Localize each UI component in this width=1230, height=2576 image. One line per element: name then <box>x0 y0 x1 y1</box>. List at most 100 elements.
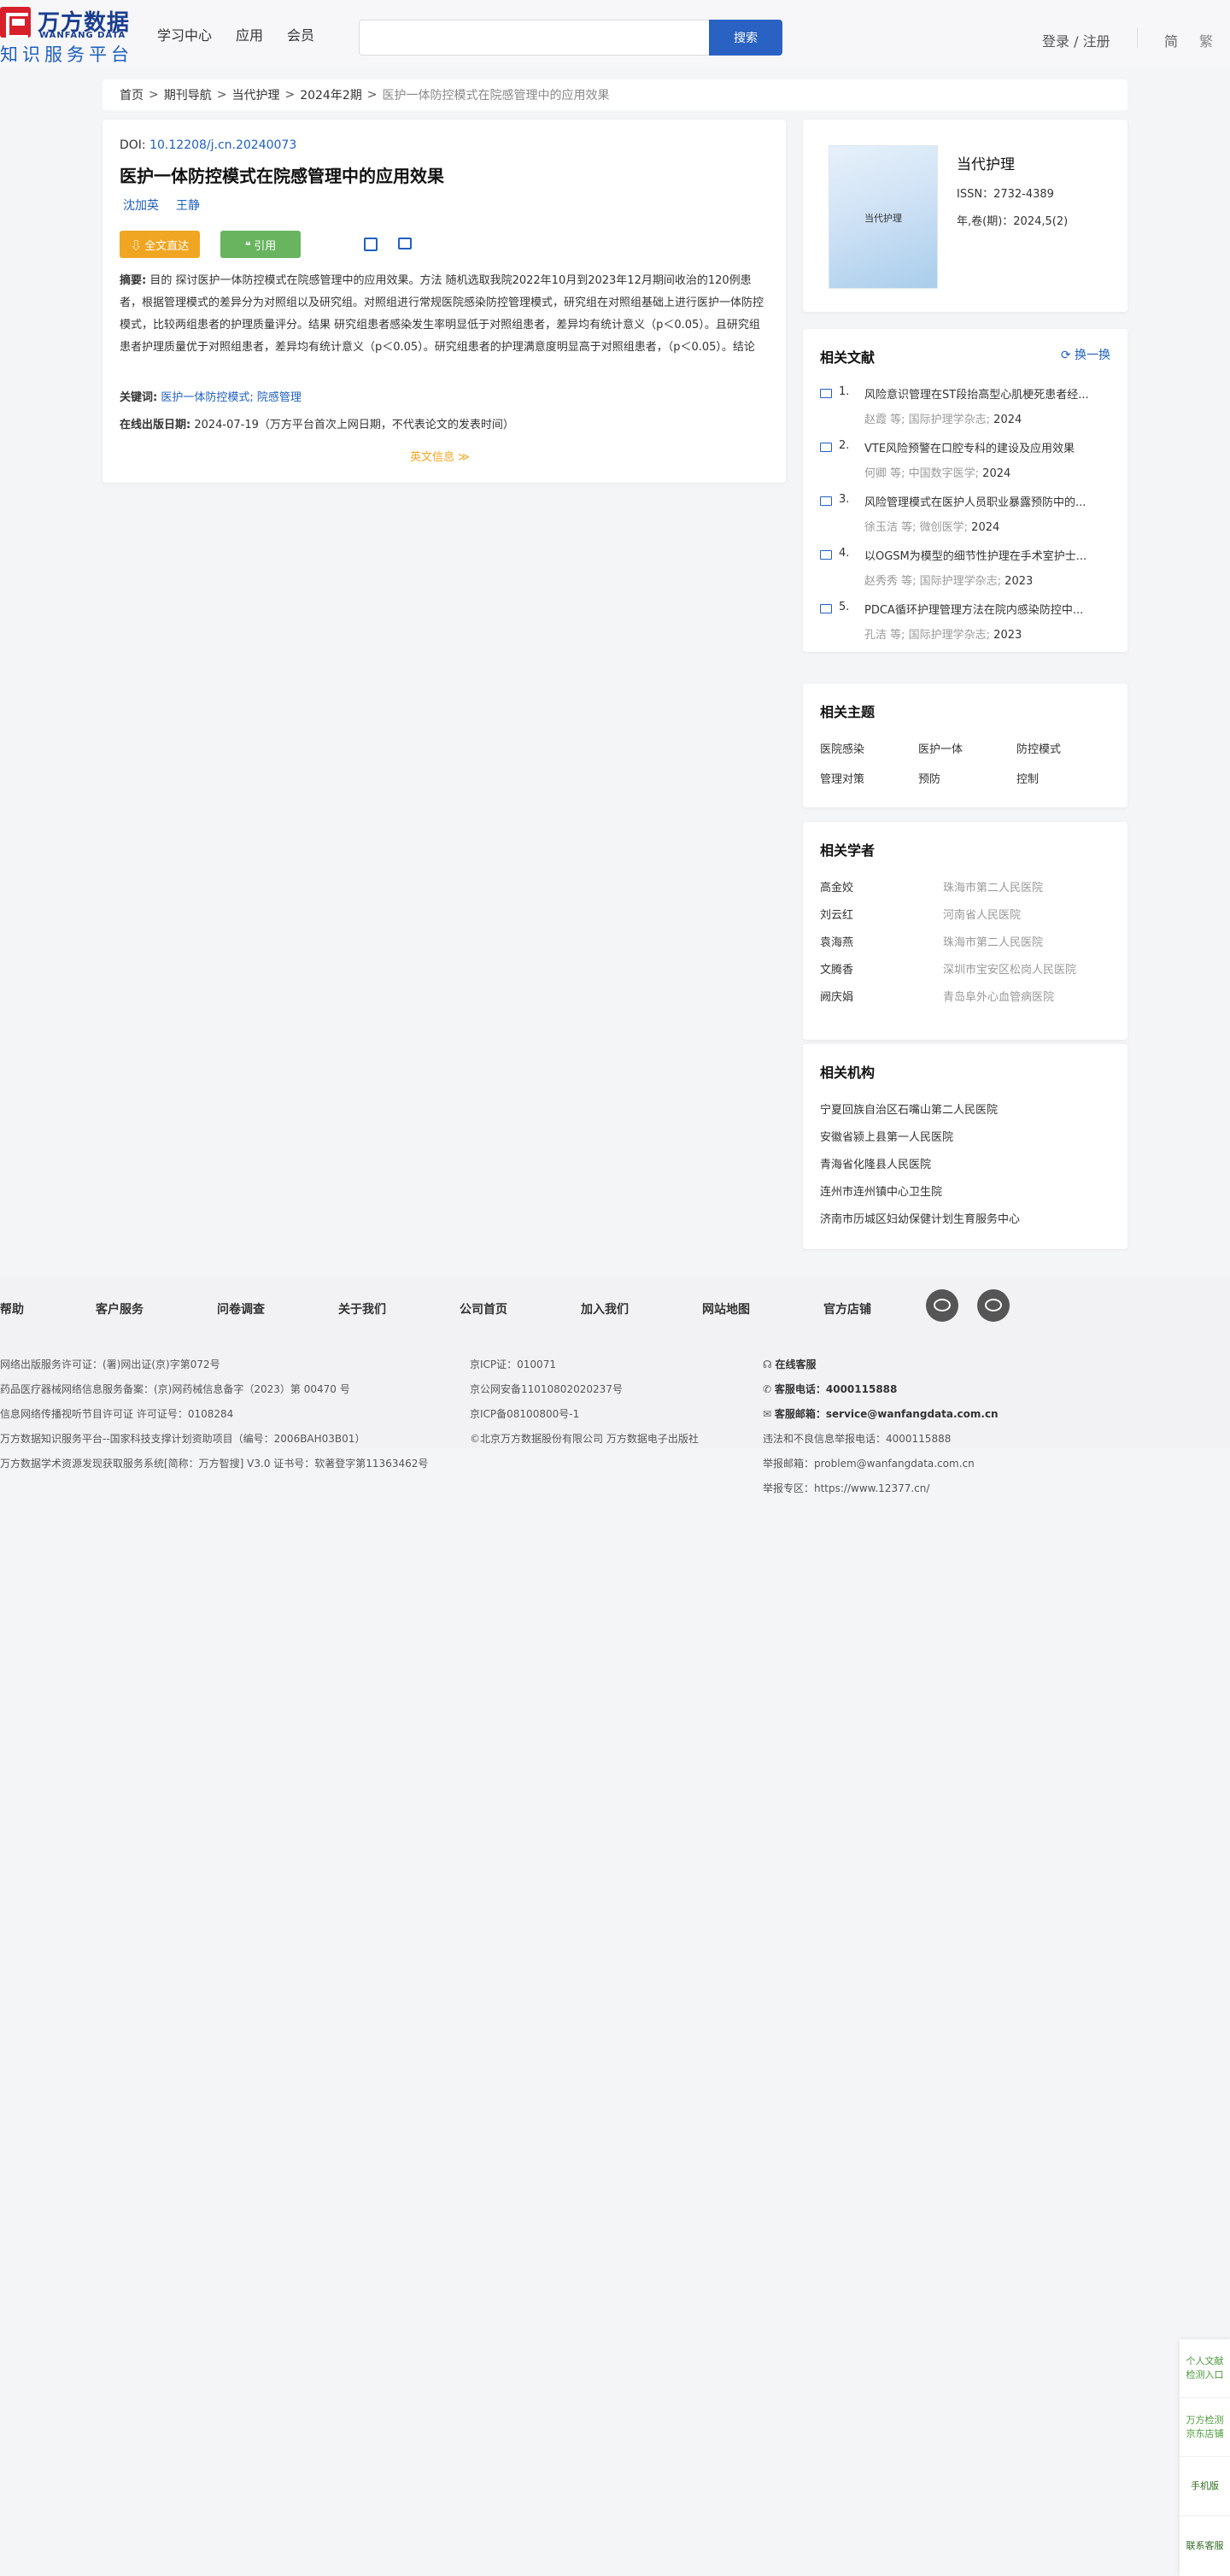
scholar-name[interactable]: 文腾香 <box>820 960 943 988</box>
nav-apps[interactable]: 应用 <box>236 24 263 44</box>
journal-cover[interactable]: 当代护理 <box>829 145 938 289</box>
share-icon[interactable] <box>364 238 378 251</box>
org-list: 宁夏回族自治区石嘴山第二人民医院 安徽省颍上县第一人民医院 青海省化隆县人民医院… <box>820 1100 1020 1237</box>
list-item: 袁海燕 珠海市第二人民医院 <box>820 933 1110 960</box>
logo-mark-icon <box>0 7 31 38</box>
item-year: 2024 <box>993 414 1022 426</box>
abstract-text: 目的 探讨医护一体防控模式在院感管理中的应用效果。方法 随机选取我院2022年1… <box>120 274 764 354</box>
login-register-link[interactable]: 登录 / 注册 <box>1042 30 1110 50</box>
keyword-links[interactable]: 医护一体防控模式; 院感管理 <box>161 391 302 404</box>
footer-link[interactable]: 关于我们 <box>338 1300 460 1317</box>
article-card: DOI: 10.12208/j.cn.20240073 医护一体防控模式在院感管… <box>102 120 786 483</box>
nav-member[interactable]: 会员 <box>287 24 314 44</box>
abstract: 摘要: 目的 探讨医护一体防控模式在院感管理中的应用效果。方法 随机选取我院20… <box>120 270 769 359</box>
item-title[interactable]: VTE风险预警在口腔专科的建设及应用效果 <box>864 439 1112 455</box>
list-item[interactable]: 1. 风险意识管理在ST段抬高型心肌梗死患者经... 赵霞 等; 国际护理学杂志… <box>820 385 1110 439</box>
site-header: 万方数据 WANFANG DATA 知识服务平台 学习中心 应用 会员 搜索 登… <box>0 0 1230 68</box>
topic-tag[interactable]: 防控模式 <box>1016 740 1110 756</box>
float-mobile[interactable]: 手机版 <box>1180 2457 1230 2516</box>
list-item: 文腾香 深圳市宝安区松岗人民医院 <box>820 960 1110 988</box>
item-title[interactable]: PDCA循环护理管理方法在院内感染防控中... <box>864 601 1112 617</box>
topics-title: 相关主题 <box>820 704 876 720</box>
icp-line[interactable]: 京ICP备08100800号-1 <box>470 1402 699 1427</box>
float-plagiarism-check[interactable]: 个人文献检测入口 <box>1180 2339 1230 2398</box>
phone-icon: ✆ <box>763 1383 775 1395</box>
keywords-label: 关键词: <box>120 391 158 404</box>
breadcrumb-journals[interactable]: 期刊导航 <box>164 86 212 103</box>
search-input[interactable] <box>359 20 709 56</box>
wechat-icon[interactable] <box>977 1289 1010 1322</box>
footer-link[interactable]: 官方店铺 <box>823 1300 926 1317</box>
icp-line[interactable]: 京公网安备11010802020237号 <box>470 1377 699 1402</box>
footer-link[interactable]: 帮助 <box>0 1300 96 1317</box>
breadcrumb-journal[interactable]: 当代护理 <box>231 86 279 103</box>
list-item[interactable]: 青海省化隆县人民医院 <box>820 1155 1020 1182</box>
item-title[interactable]: 风险意识管理在ST段抬高型心肌梗死患者经... <box>864 385 1112 402</box>
cite-button[interactable]: ❝ 引用 <box>220 231 301 258</box>
item-title[interactable]: 风险管理模式在医护人员职业暴露预防中的... <box>864 493 1112 509</box>
lang-simplified[interactable]: 简 <box>1164 30 1178 50</box>
breadcrumb-home[interactable]: 首页 <box>120 86 144 103</box>
weibo-glyph-icon <box>934 1299 951 1311</box>
refresh-button[interactable]: ⟳ 换一换 <box>1061 346 1110 363</box>
footer-contact: ☊ 在线客服 ✆ 客服电话：4000115888 ✉ 客服邮箱：service@… <box>763 1353 999 1501</box>
float-jd-store[interactable]: 万方检测京东店铺 <box>1180 2398 1230 2457</box>
item-title[interactable]: 以OGSM为模型的细节性护理在手术室护士... <box>864 547 1112 563</box>
search-button[interactable]: 搜索 <box>709 20 782 56</box>
author-link[interactable]: 沈加英 <box>123 197 159 214</box>
logo-en-text: WANFANG DATA <box>39 31 126 40</box>
topic-tag[interactable]: 控制 <box>1016 770 1110 786</box>
breadcrumb-issue[interactable]: 2024年2期 <box>300 86 362 103</box>
scholar-name[interactable]: 阙庆娟 <box>820 988 943 1015</box>
author-list: 沈加英 王静 <box>123 197 200 214</box>
list-item: 刘云红 河南省人民医院 <box>820 906 1110 933</box>
journal-card: 当代护理 当代护理 ISSN：2732-4389 年,卷(期)：2024,5(2… <box>803 120 1128 312</box>
book-icon <box>820 389 832 398</box>
float-contact-service[interactable]: 联系客服 <box>1180 2516 1230 2575</box>
list-item[interactable]: 连州市连州镇中心卫生院 <box>820 1182 1020 1210</box>
lang-traditional[interactable]: 繁 <box>1199 30 1213 50</box>
icp-line[interactable]: 京ICP证：010071 <box>470 1353 699 1377</box>
list-item[interactable]: 3. 风险管理模式在医护人员职业暴露预防中的... 徐玉洁 等; 微创医学; 2… <box>820 493 1110 547</box>
list-item[interactable]: 宁夏回族自治区石嘴山第二人民医院 <box>820 1100 1020 1128</box>
floating-sidebar: 个人文献检测入口 万方检测京东店铺 手机版 联系客服 <box>1180 2339 1230 2576</box>
author-link[interactable]: 王静 <box>176 197 200 214</box>
full-text-button[interactable]: ⇩ 全文直达 <box>120 231 200 258</box>
footer-link[interactable]: 网站地图 <box>702 1300 823 1317</box>
report-zone[interactable]: 举报专区：https://www.12377.cn/ <box>763 1476 999 1501</box>
online-service[interactable]: ☊ 在线客服 <box>763 1353 999 1377</box>
nav-learning-center[interactable]: 学习中心 <box>157 24 212 44</box>
scholar-name[interactable]: 袁海燕 <box>820 933 943 960</box>
related-literature-card: 相关文献 ⟳ 换一换 1. 风险意识管理在ST段抬高型心肌梗死患者经... 赵霞… <box>803 329 1128 652</box>
topic-tag[interactable]: 管理对策 <box>820 770 918 786</box>
list-item[interactable]: 济南市历城区妇幼保健计划生育服务中心 <box>820 1210 1020 1237</box>
book-icon <box>820 443 832 452</box>
scholar-name[interactable]: 高金姣 <box>820 878 943 906</box>
pubdate-value: 2024-07-19（万方平台首次上网日期，不代表论文的发表时间） <box>194 419 514 431</box>
scholar-name[interactable]: 刘云红 <box>820 906 943 933</box>
english-info-toggle[interactable]: 英文信息 ≫ <box>410 448 470 464</box>
footer-link[interactable]: 问卷调查 <box>217 1300 338 1317</box>
topic-tag[interactable]: 预防 <box>918 770 1016 786</box>
service-phone-text: 客服电话：4000115888 <box>774 1383 898 1395</box>
print-icon[interactable] <box>398 238 412 249</box>
topic-grid: 医院感染 医护一体 防控模式 管理对策 预防 控制 <box>820 740 1110 786</box>
footer-link[interactable]: 加入我们 <box>581 1300 702 1317</box>
item-number: 1. <box>839 385 850 398</box>
footer-link[interactable]: 公司首页 <box>460 1300 581 1317</box>
footer-link[interactable]: 客户服务 <box>96 1300 217 1317</box>
journal-name[interactable]: 当代护理 <box>957 152 1015 173</box>
scholar-org: 河南省人民医院 <box>943 909 1022 922</box>
weibo-icon[interactable] <box>926 1289 958 1322</box>
topic-tag[interactable]: 医院感染 <box>820 740 918 756</box>
list-item[interactable]: 2. VTE风险预警在口腔专科的建设及应用效果 何卿 等; 中国数字医学; 20… <box>820 439 1110 493</box>
list-item[interactable]: 4. 以OGSM为模型的细节性护理在手术室护士... 赵秀秀 等; 国际护理学杂… <box>820 547 1110 601</box>
doi-link[interactable]: 10.12208/j.cn.20240073 <box>149 138 296 152</box>
list-item[interactable]: 安徽省颍上县第一人民医院 <box>820 1128 1020 1155</box>
list-item[interactable]: 5. PDCA循环护理管理方法在院内感染防控中... 孔洁 等; 国际护理学杂志… <box>820 601 1110 654</box>
keywords: 关键词: 医护一体防控模式; 院感管理 <box>120 388 302 404</box>
headset-icon: ☊ <box>763 1358 776 1370</box>
topic-tag[interactable]: 医护一体 <box>918 740 1016 756</box>
scholars-title: 相关学者 <box>820 842 876 859</box>
wanfang-logo[interactable]: 万方数据 WANFANG DATA 知识服务平台 <box>0 7 137 65</box>
